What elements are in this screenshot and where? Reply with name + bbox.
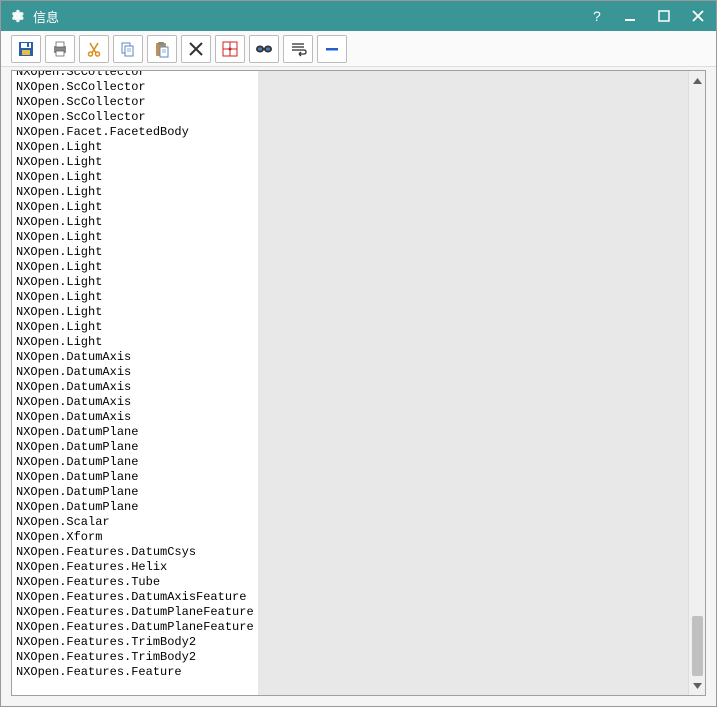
output-line: NXOpen.Light (16, 155, 254, 170)
vertical-scrollbar[interactable] (688, 71, 705, 695)
collapse-button[interactable] (317, 35, 347, 63)
output-line: NXOpen.DatumAxis (16, 350, 254, 365)
output-line: NXOpen.ScCollector (16, 71, 254, 80)
output-line: NXOpen.ScCollector (16, 110, 254, 125)
minimize-button[interactable] (620, 6, 640, 26)
output-line: NXOpen.Facet.FacetedBody (16, 125, 254, 140)
output-line: NXOpen.Light (16, 290, 254, 305)
output-line: NXOpen.Features.TrimBody2 (16, 635, 254, 650)
output-line: NXOpen.Light (16, 245, 254, 260)
scroll-thumb[interactable] (692, 616, 703, 676)
find-button[interactable] (249, 35, 279, 63)
help-button[interactable]: ? (586, 6, 606, 26)
info-window: 信息 ? (0, 0, 717, 707)
output-line: NXOpen.Features.DatumCsys (16, 545, 254, 560)
output-line: NXOpen.DatumAxis (16, 380, 254, 395)
output-line: NXOpen.Light (16, 185, 254, 200)
print-button[interactable] (45, 35, 75, 63)
copy-button[interactable] (113, 35, 143, 63)
output-line: NXOpen.Light (16, 140, 254, 155)
output-line: NXOpen.DatumPlane (16, 455, 254, 470)
svg-text:?: ? (593, 9, 601, 23)
maximize-button[interactable] (654, 6, 674, 26)
output-line: NXOpen.Light (16, 200, 254, 215)
output-line: NXOpen.ScCollector (16, 95, 254, 110)
text-output[interactable]: NXOpen.ScCollectorNXOpen.ScCollectorNXOp… (12, 71, 258, 695)
output-line: NXOpen.Light (16, 260, 254, 275)
close-button[interactable] (688, 6, 708, 26)
output-line: NXOpen.Light (16, 320, 254, 335)
output-line: NXOpen.Xform (16, 530, 254, 545)
output-line: NXOpen.DatumPlane (16, 485, 254, 500)
window-controls: ? (586, 6, 708, 26)
output-line: NXOpen.Features.DatumPlaneFeature (16, 620, 254, 635)
output-line: NXOpen.Features.Feature (16, 665, 254, 680)
gear-icon (9, 8, 25, 24)
scroll-track[interactable] (689, 88, 705, 678)
scroll-up-arrow[interactable] (690, 73, 705, 88)
toolbar (1, 31, 716, 67)
output-line: NXOpen.DatumPlane (16, 500, 254, 515)
output-line: NXOpen.Features.DatumAxisFeature (16, 590, 254, 605)
output-line: NXOpen.DatumAxis (16, 410, 254, 425)
output-line: NXOpen.Scalar (16, 515, 254, 530)
output-line: NXOpen.Light (16, 170, 254, 185)
output-line: NXOpen.Light (16, 230, 254, 245)
output-line: NXOpen.Light (16, 335, 254, 350)
output-line: NXOpen.DatumPlane (16, 440, 254, 455)
delete-button[interactable] (181, 35, 211, 63)
output-line: NXOpen.Light (16, 275, 254, 290)
target-button[interactable] (215, 35, 245, 63)
output-line: NXOpen.DatumAxis (16, 395, 254, 410)
output-line: NXOpen.DatumPlane (16, 425, 254, 440)
titlebar: 信息 ? (1, 1, 716, 31)
cut-button[interactable] (79, 35, 109, 63)
scroll-down-arrow[interactable] (690, 678, 705, 693)
output-line: NXOpen.DatumAxis (16, 365, 254, 380)
output-line: NXOpen.Features.DatumPlaneFeature (16, 605, 254, 620)
content-area: NXOpen.ScCollectorNXOpen.ScCollectorNXOp… (11, 70, 706, 696)
output-line: NXOpen.Features.Tube (16, 575, 254, 590)
output-line: NXOpen.Light (16, 215, 254, 230)
output-line: NXOpen.Features.TrimBody2 (16, 650, 254, 665)
paste-button[interactable] (147, 35, 177, 63)
wrap-button[interactable] (283, 35, 313, 63)
output-line: NXOpen.Features.Helix (16, 560, 254, 575)
content-spacer (258, 71, 688, 695)
output-line: NXOpen.ScCollector (16, 80, 254, 95)
window-title: 信息 (33, 7, 586, 26)
output-line: NXOpen.DatumPlane (16, 470, 254, 485)
output-line: NXOpen.Light (16, 305, 254, 320)
save-button[interactable] (11, 35, 41, 63)
